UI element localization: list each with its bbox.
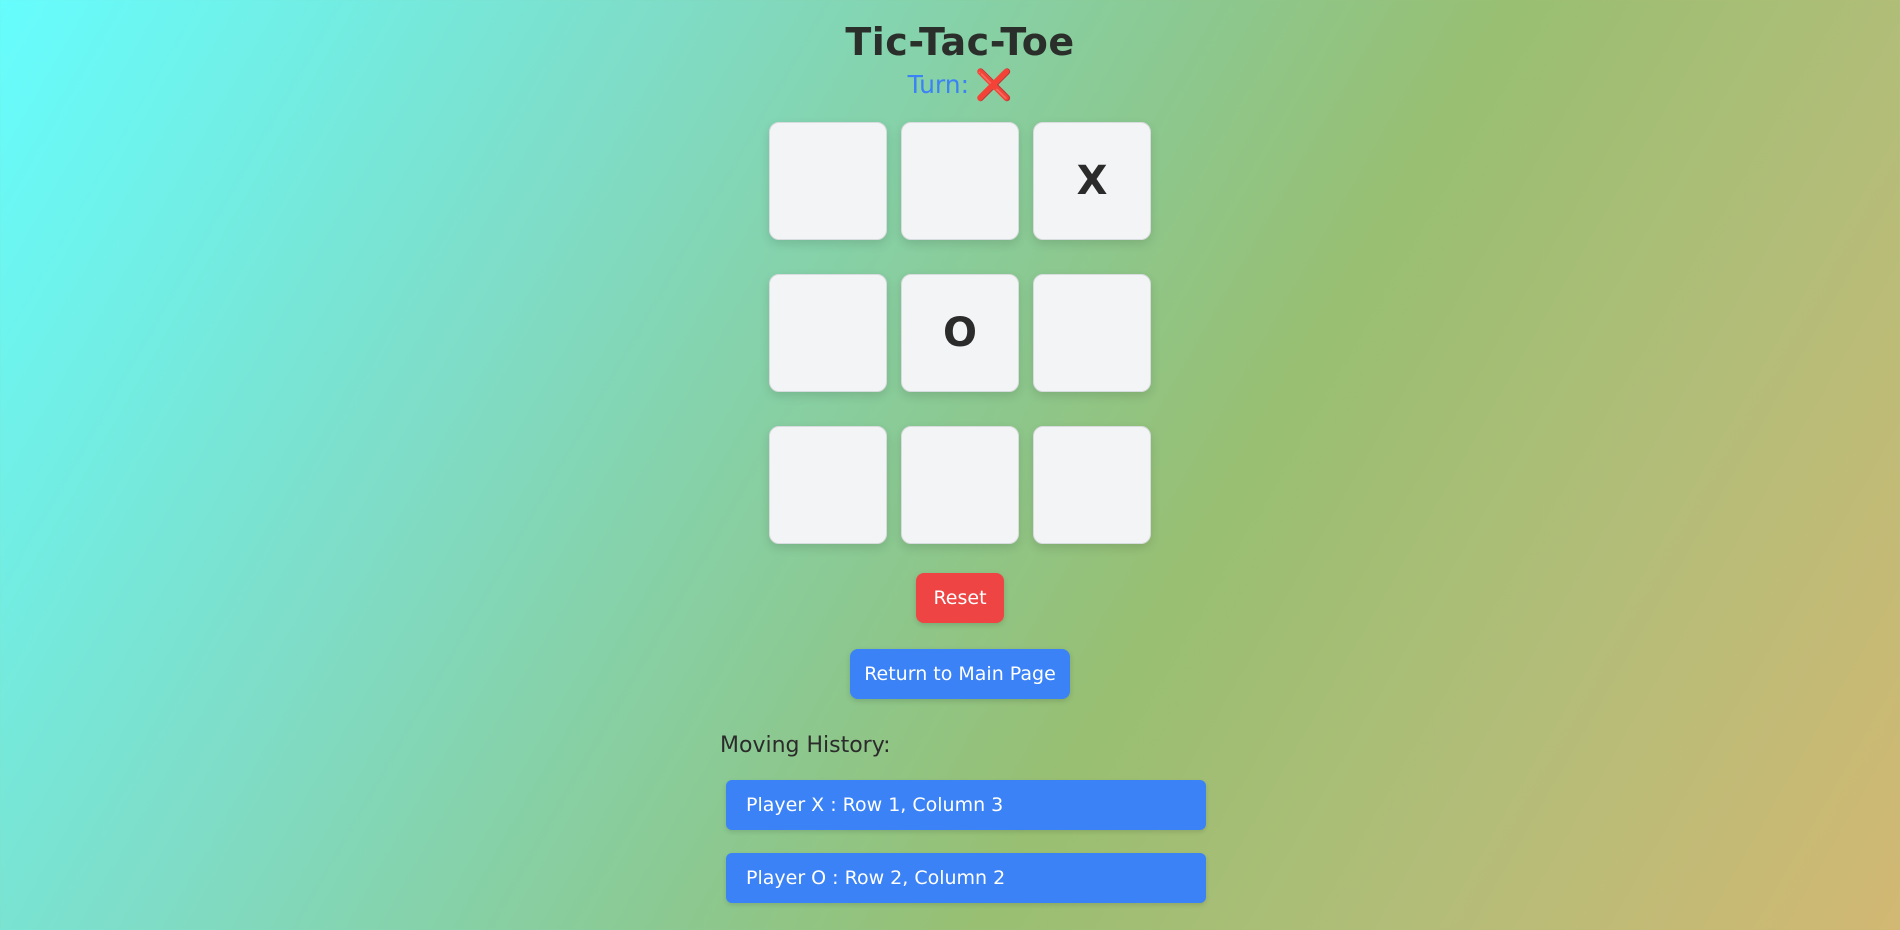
board-cell-r1-c2[interactable] [901,122,1019,240]
board-cell-r2-c2[interactable]: O [901,274,1019,392]
game-board: X O [769,122,1151,544]
move-history-list: Player X : Row 1, Column 3 Player O : Ro… [726,780,1206,926]
board-cell-r2-c3[interactable] [1033,274,1151,392]
page-title: Tic-Tac-Toe [845,20,1075,64]
board-cell-r2-c1[interactable] [769,274,887,392]
board-cell-r1-c3[interactable]: X [1033,122,1151,240]
board-cell-r3-c2[interactable] [901,426,1019,544]
current-player-x-icon: ❌ [975,68,1013,103]
turn-indicator: Turn: ❌ [0,68,1900,103]
board-cell-r3-c1[interactable] [769,426,887,544]
return-to-main-page-button[interactable]: Return to Main Page [850,649,1070,699]
board-cell-r1-c1[interactable] [769,122,887,240]
board-cell-r3-c3[interactable] [1033,426,1151,544]
turn-label: Turn: [907,70,970,99]
history-heading: Moving History: [720,733,891,758]
history-item: Player O : Row 2, Column 2 [726,853,1206,903]
reset-button[interactable]: Reset [916,573,1004,623]
history-item: Player X : Row 1, Column 3 [726,780,1206,830]
